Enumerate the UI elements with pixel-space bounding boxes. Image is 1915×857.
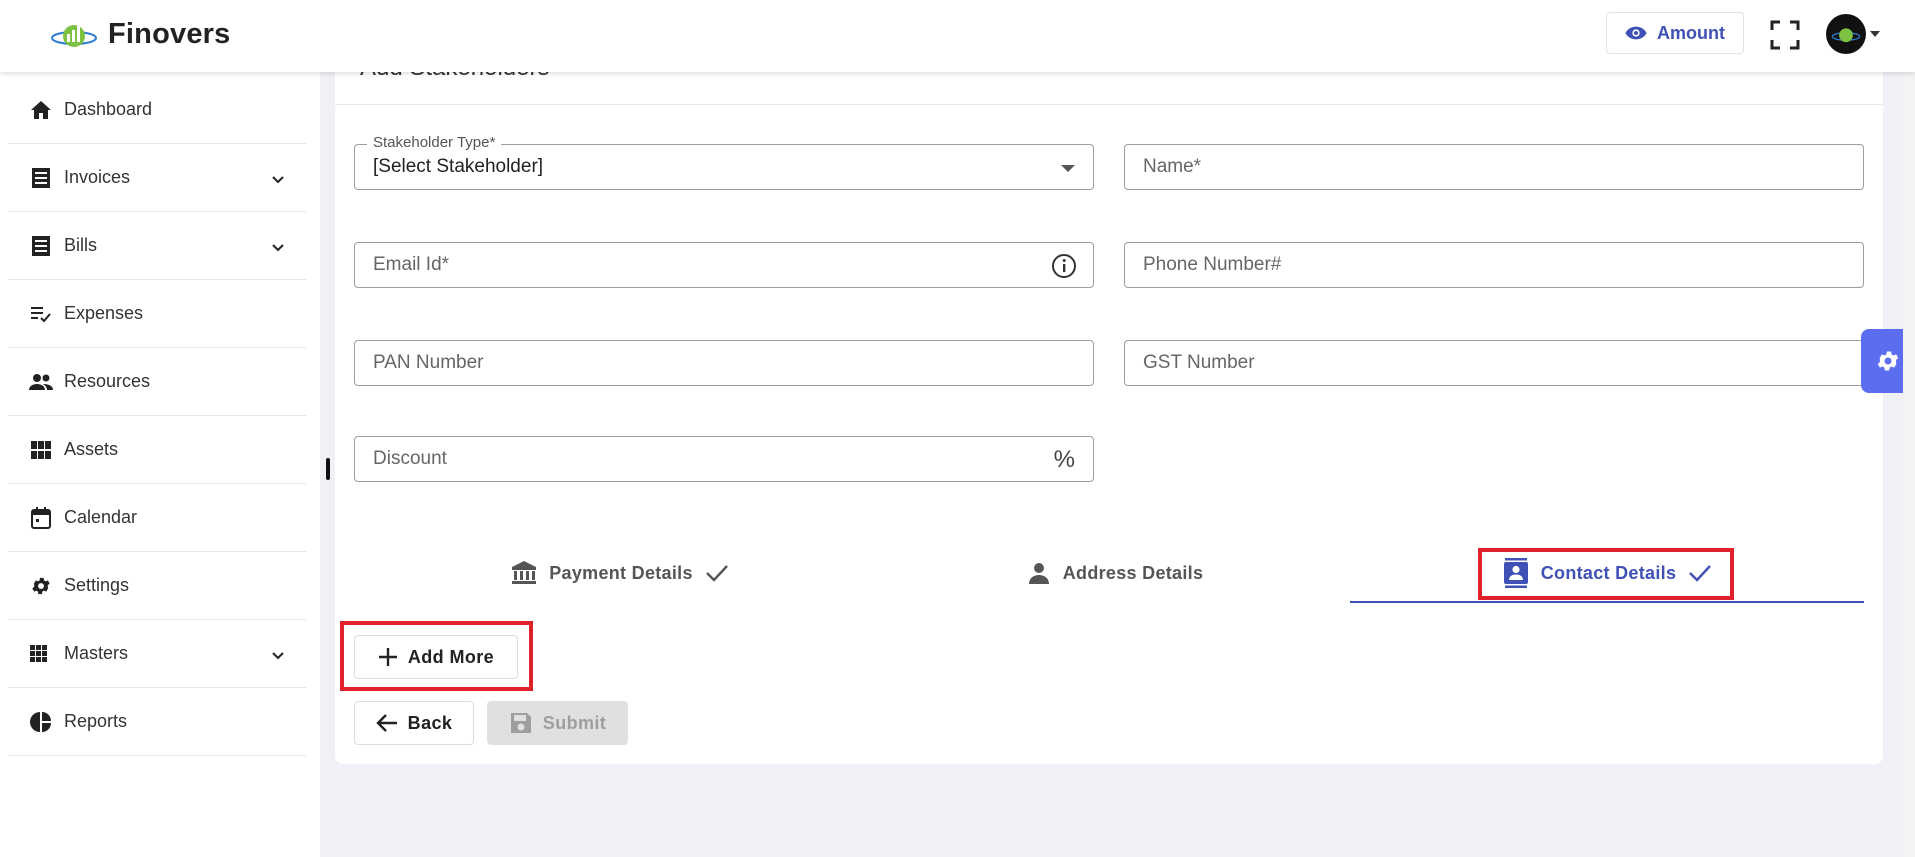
document-list-icon	[28, 165, 54, 191]
sidebar-item-label: Calendar	[64, 507, 138, 527]
pie-chart-icon	[28, 709, 54, 735]
pan-field[interactable]	[354, 340, 1094, 386]
highlight-box-contact-tab	[1478, 548, 1734, 600]
fullscreen-icon[interactable]	[1770, 20, 1800, 50]
sidebar-item-bills[interactable]: Bills	[8, 212, 306, 280]
stakeholder-type-value: [Select Stakeholder]	[373, 156, 544, 177]
stakeholder-form-card: Add Stakeholders Stakeholder Type* [Sele…	[335, 54, 1883, 764]
sidebar-item-reports[interactable]: Reports	[8, 688, 306, 756]
sidebar-item-label: Assets	[64, 439, 119, 459]
sidebar-item-invoices[interactable]: Invoices	[8, 144, 306, 212]
sidebar-item-masters[interactable]: Masters	[8, 620, 306, 688]
sidebar-item-label: Resources	[64, 371, 151, 391]
sidebar-item-label: Settings	[64, 575, 130, 595]
finovers-logo-icon	[51, 25, 97, 47]
name-field[interactable]	[1124, 144, 1864, 190]
gear-icon	[1877, 351, 1899, 371]
app-name: Finovers	[108, 17, 231, 50]
active-tab-indicator	[1350, 601, 1864, 603]
brand[interactable]: Finovers	[50, 14, 230, 54]
apps-grid-icon	[28, 641, 54, 667]
avatar	[1826, 14, 1866, 54]
home-icon	[28, 97, 54, 123]
sidebar-item-expenses[interactable]: Expenses	[8, 280, 306, 348]
tab-address-details[interactable]: Address Details	[990, 548, 1240, 598]
top-bar: Finovers Amount	[0, 0, 1915, 72]
info-icon[interactable]	[1051, 253, 1077, 279]
highlight-box-add-more	[340, 621, 533, 691]
gst-input[interactable]	[1125, 341, 1863, 385]
gear-icon	[28, 573, 54, 599]
email-field[interactable]	[354, 242, 1094, 288]
avatar-logo-icon	[1831, 28, 1861, 43]
percent-suffix: %	[1053, 446, 1075, 473]
eye-icon	[1625, 26, 1647, 40]
submit-button[interactable]: Submit	[487, 701, 628, 745]
people-icon	[28, 369, 54, 395]
sidebar-item-label: Masters	[64, 643, 129, 663]
tab-label: Address Details	[1062, 562, 1204, 583]
amount-toggle-button[interactable]: Amount	[1606, 12, 1744, 54]
sidebar-item-dashboard[interactable]: Dashboard	[8, 76, 306, 144]
sidebar-item-label: Dashboard	[64, 99, 153, 119]
sidebar-item-label: Invoices	[64, 167, 131, 187]
sidebar-item-settings[interactable]: Settings	[8, 552, 306, 620]
stakeholder-type-select[interactable]: Stakeholder Type* [Select Stakeholder]	[354, 134, 1094, 190]
amount-label: Amount	[1657, 22, 1725, 43]
grid-icon	[28, 437, 54, 463]
bank-icon	[512, 561, 537, 584]
stakeholder-type-label: Stakeholder Type*	[367, 134, 502, 151]
pan-input[interactable]	[355, 341, 1093, 385]
sidebar-item-assets[interactable]: Assets	[8, 416, 306, 484]
chevron-down-icon	[272, 176, 284, 184]
submit-label: Submit	[542, 712, 607, 733]
discount-input[interactable]	[355, 437, 1093, 481]
sidebar-item-label: Bills	[64, 235, 98, 255]
discount-field[interactable]: %	[354, 436, 1094, 482]
arrow-left-icon	[375, 714, 397, 732]
sidebar-resize-handle[interactable]	[326, 458, 330, 480]
sidebar-item-label: Expenses	[64, 303, 144, 323]
tab-payment-details[interactable]: Payment Details	[470, 548, 770, 598]
sidebar-item-resources[interactable]: Resources	[8, 348, 306, 416]
chevron-down-icon	[1870, 31, 1880, 37]
save-icon	[510, 713, 531, 733]
chevron-down-icon	[272, 652, 284, 660]
gst-field[interactable]	[1124, 340, 1864, 386]
check-icon	[705, 565, 728, 582]
divider	[335, 104, 1883, 105]
page-scrollbar[interactable]	[1903, 72, 1915, 857]
phone-field[interactable]	[1124, 242, 1864, 288]
user-menu[interactable]	[1826, 14, 1880, 54]
sidebar: Dashboard Invoices Bills Expenses Resour…	[0, 72, 320, 857]
dropdown-arrow-icon	[1061, 165, 1075, 172]
document-list-icon	[28, 233, 54, 259]
person-icon	[1028, 563, 1049, 584]
checklist-icon	[28, 301, 54, 327]
sidebar-item-label: Reports	[64, 711, 128, 731]
back-label: Back	[407, 712, 453, 733]
email-input[interactable]	[355, 243, 1093, 287]
calendar-icon	[28, 505, 54, 531]
chevron-down-icon	[272, 244, 284, 252]
tab-label: Payment Details	[549, 562, 693, 583]
name-input[interactable]	[1125, 145, 1863, 189]
phone-input[interactable]	[1125, 243, 1863, 287]
back-button[interactable]: Back	[354, 701, 474, 745]
sidebar-item-calendar[interactable]: Calendar	[8, 484, 306, 552]
